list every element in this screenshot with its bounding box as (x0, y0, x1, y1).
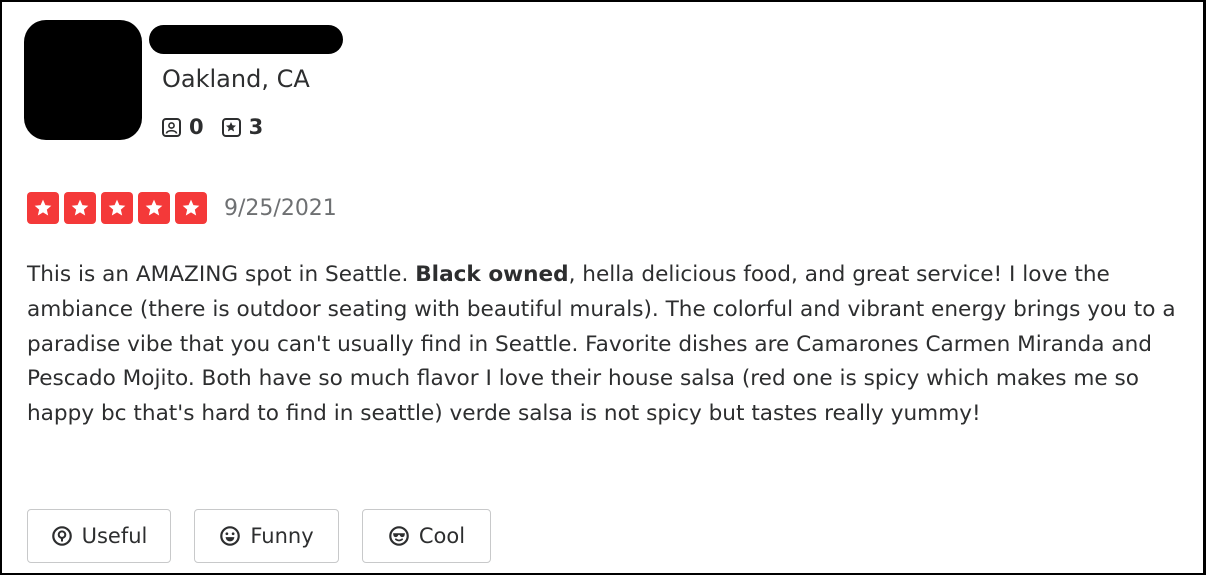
rating-row: 9/25/2021 (27, 192, 337, 224)
avatar[interactable] (24, 20, 142, 140)
review-card: Oakland, CA 0 3 9/25/2021 This is an AMA… (0, 0, 1206, 575)
review-text: This is an AMAZING spot in Seattle. Blac… (27, 258, 1195, 432)
useful-button[interactable]: Useful (27, 509, 171, 563)
reviewer-location: Oakland, CA (162, 65, 310, 93)
friends-icon (162, 117, 181, 137)
star-icon (64, 192, 96, 224)
star-icon (27, 192, 59, 224)
friends-count: 0 (189, 115, 204, 139)
funny-button[interactable]: Funny (194, 509, 339, 563)
star-icon (101, 192, 133, 224)
reviewer-stats: 0 3 (162, 115, 281, 139)
sunglasses-icon (388, 525, 410, 547)
star-icon (138, 192, 170, 224)
smiley-icon (219, 525, 241, 547)
review-actions: Useful Funny Cool (27, 509, 514, 563)
funny-label: Funny (250, 524, 314, 548)
review-text-part: This is an AMAZING spot in Seattle. (27, 262, 416, 287)
cool-label: Cool (418, 524, 466, 548)
star-icon (175, 192, 207, 224)
useful-label: Useful (81, 524, 148, 548)
reviews-count: 3 (248, 115, 264, 139)
review-star-icon (221, 117, 241, 137)
review-date: 9/25/2021 (224, 195, 337, 221)
star-rating (27, 192, 212, 224)
review-text-bold: Black owned (415, 262, 569, 287)
reviewer-name-redacted[interactable] (149, 25, 343, 54)
lightbulb-icon (51, 525, 73, 547)
cool-button[interactable]: Cool (362, 509, 491, 563)
